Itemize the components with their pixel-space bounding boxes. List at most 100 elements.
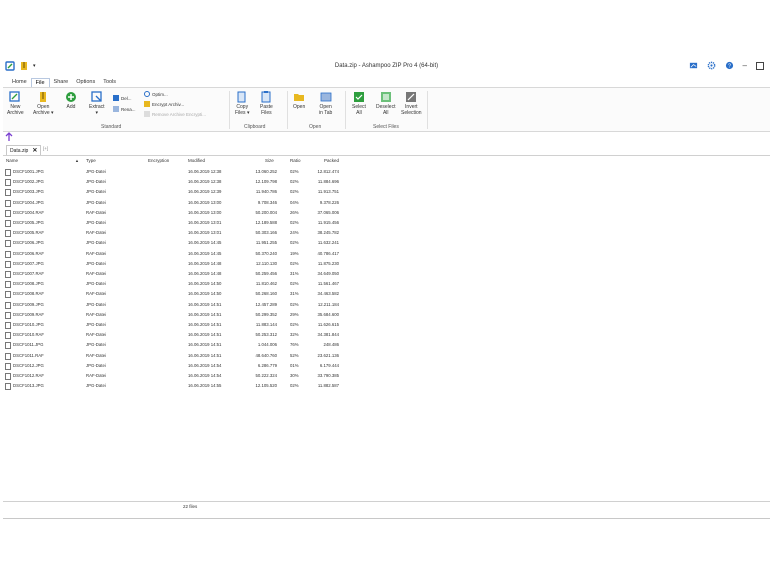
- app-window: ▾ Data.zip - Ashampoo ZIP Pro 4 (64-bit)…: [3, 58, 770, 519]
- menu-share[interactable]: Share: [50, 78, 73, 87]
- column-modified[interactable]: Modified: [188, 158, 205, 163]
- svg-text:?: ?: [728, 63, 731, 69]
- file-icon: [5, 383, 11, 391]
- cell-size: 12.457.289: [255, 301, 277, 307]
- table-row[interactable]: DSCF1009.JPG JPG-Datei 16.06.2019 14:51 12.…: [3, 300, 770, 310]
- menu-home[interactable]: Home: [8, 78, 31, 87]
- monitor-icon[interactable]: [689, 61, 698, 70]
- menu-file[interactable]: File: [30, 78, 50, 87]
- table-row[interactable]: DSCF1013.JPG JPG-Datei 16.06.2019 14:55 12.…: [3, 381, 770, 391]
- copy-files-button[interactable]: Copy Files ▾: [235, 91, 249, 116]
- open-in-tab-label: Open in Tab: [319, 104, 333, 116]
- file-icon: [5, 271, 11, 278]
- table-row[interactable]: DSCF1001.JPG JPG-Datei 16.06.2019 12:38 13.…: [3, 167, 770, 177]
- table-row[interactable]: DSCF1005.RAF RAF-Datei 16.06.2019 13:01 50.…: [3, 228, 770, 238]
- cell-modified: 16.06.2019 14:45: [188, 240, 222, 246]
- cell-packed: 11.875.230: [317, 260, 339, 266]
- cell-type: JPG-Datei: [86, 362, 106, 368]
- paste-files-button[interactable]: Paste Files: [260, 91, 273, 116]
- select-all-button[interactable]: Select All: [352, 91, 366, 116]
- maximize-icon[interactable]: [756, 61, 764, 70]
- cell-packed: 40.786.417: [317, 250, 339, 256]
- column-ratio[interactable]: Ratio: [290, 158, 301, 163]
- open-button[interactable]: Open: [293, 91, 305, 111]
- table-row[interactable]: DSCF1011.RAF RAF-Datei 16.06.2019 14:51 48.…: [3, 351, 770, 361]
- table-row[interactable]: DSCF1010.RAF RAF-Datei 16.06.2019 14:51 50.…: [3, 330, 770, 340]
- invert-selection-icon: [406, 92, 417, 102]
- open-archive-button[interactable]: Open Archive ▾: [33, 91, 54, 116]
- table-row[interactable]: DSCF1010.JPG JPG-Datei 16.06.2019 14:51 11.…: [3, 320, 770, 330]
- deselect-all-button[interactable]: Deselect All: [376, 91, 395, 116]
- cell-modified: 16.06.2019 13:00: [188, 209, 222, 215]
- extract-label: Extract ▾: [89, 104, 105, 116]
- cell-name: DSCF1010.RAF: [13, 332, 45, 338]
- trash-icon: [113, 95, 119, 101]
- menu-options[interactable]: Options: [72, 78, 99, 87]
- settings-gear-icon[interactable]: [707, 61, 716, 70]
- sort-indicator-icon: ▲: [75, 158, 79, 163]
- column-packed[interactable]: Packed: [324, 158, 339, 163]
- delete-button[interactable]: Del...: [113, 95, 132, 101]
- minimize-icon[interactable]: –: [743, 61, 747, 70]
- table-row[interactable]: DSCF1007.RAF RAF-Datei 16.06.2019 14:48 50.…: [3, 269, 770, 279]
- cell-size: 11.951.255: [255, 240, 277, 246]
- cell-type: JPG-Datei: [86, 383, 106, 389]
- table-row[interactable]: DSCF1012.JPG JPG-Datei 16.06.2019 14:54 6.2…: [3, 361, 770, 371]
- cell-modified: 16.06.2019 14:51: [188, 322, 222, 327]
- table-row[interactable]: DSCF1004.RAF RAF-Datei 16.06.2019 13:00 50.…: [3, 208, 770, 218]
- remove-encryption-button[interactable]: Remove Archive Encrypti...: [144, 111, 206, 117]
- cell-type: JPG-Datei: [86, 169, 106, 174]
- rename-button[interactable]: Rena...: [113, 106, 136, 112]
- optimize-button[interactable]: Optim...: [144, 91, 168, 97]
- invert-selection-button[interactable]: Invert Selection: [401, 91, 422, 116]
- encrypt-label: Encrypt Archiv...: [152, 101, 185, 107]
- new-tab-button[interactable]: [+]: [43, 146, 48, 151]
- table-row[interactable]: DSCF1002.JPG JPG-Datei 16.06.2019 12:38 12.…: [3, 177, 770, 187]
- menu-tools[interactable]: Tools: [99, 78, 120, 87]
- column-size[interactable]: Size: [265, 158, 274, 163]
- cell-ratio: 19%: [290, 250, 299, 256]
- table-row[interactable]: DSCF1007.JPG JPG-Datei 16.06.2019 14:48 12.…: [3, 259, 770, 269]
- cell-packed: 33.790.385: [317, 373, 339, 378]
- table-row[interactable]: DSCF1008.JPG JPG-Datei 16.06.2019 14:50 11.…: [3, 279, 770, 289]
- cell-name: DSCF1012.RAF: [13, 373, 45, 378]
- file-icon: [5, 240, 11, 248]
- close-tab-icon[interactable]: ✕: [32, 147, 37, 154]
- cell-size: 12.109.798: [255, 179, 277, 185]
- open-in-tab-button[interactable]: Open in Tab: [319, 91, 332, 116]
- navigation-row: [3, 132, 770, 142]
- table-row[interactable]: DSCF1011.JPG JPG-Datei 16.06.2019 14:51 1.0…: [3, 340, 770, 350]
- open-folder-icon: [294, 94, 305, 101]
- extract-button[interactable]: Extract ▾: [89, 91, 105, 116]
- new-archive-button[interactable]: New Archive: [7, 91, 24, 116]
- cell-type: JPG-Datei: [86, 189, 106, 195]
- table-row[interactable]: DSCF1005.JPG JPG-Datei 16.06.2019 13:01 12.…: [3, 218, 770, 228]
- table-row[interactable]: DSCF1012.RAF RAF-Datei 16.06.2019 14:54 50.…: [3, 371, 770, 381]
- ribbon-separator: [345, 91, 346, 129]
- cell-ratio: 02%: [290, 240, 299, 246]
- cell-name: DSCF1003.JPG: [13, 189, 44, 195]
- table-row[interactable]: DSCF1006.RAF RAF-Datei 16.06.2019 14:45 50.…: [3, 249, 770, 259]
- up-arrow-icon[interactable]: [5, 132, 13, 142]
- table-row[interactable]: DSCF1006.JPG JPG-Datei 16.06.2019 14:45 11.…: [3, 238, 770, 248]
- column-encryption[interactable]: Encryption: [148, 158, 169, 163]
- help-icon[interactable]: ?: [725, 61, 734, 70]
- table-row[interactable]: DSCF1003.JPG JPG-Datei 16.06.2019 12:39 11.…: [3, 187, 770, 197]
- table-row[interactable]: DSCF1004.JPG JPG-Datei 16.06.2019 13:00 9.7…: [3, 198, 770, 208]
- cell-modified: 16.06.2019 14:54: [188, 362, 222, 368]
- column-type[interactable]: Type: [86, 158, 96, 163]
- column-name[interactable]: Name: [6, 158, 18, 163]
- cell-modified: 16.06.2019 14:51: [188, 342, 222, 348]
- cell-type: JPG-Datei: [86, 322, 106, 327]
- encrypt-archive-button[interactable]: Encrypt Archiv...: [144, 101, 184, 107]
- cell-size: 50.200.004: [255, 209, 277, 215]
- file-icon: [5, 322, 11, 329]
- cell-type: JPG-Datei: [86, 301, 106, 307]
- open-in-tab-icon: [320, 92, 332, 102]
- cell-ratio: 02%: [290, 383, 299, 389]
- add-button[interactable]: Add: [65, 91, 77, 111]
- table-row[interactable]: DSCF1009.RAF RAF-Datei 16.06.2019 14:51 50.…: [3, 310, 770, 320]
- cell-size: 50.253.312: [255, 332, 277, 338]
- file-icon: [5, 169, 11, 176]
- table-row[interactable]: DSCF1008.RAF RAF-Datei 16.06.2019 14:50 50.…: [3, 289, 770, 299]
